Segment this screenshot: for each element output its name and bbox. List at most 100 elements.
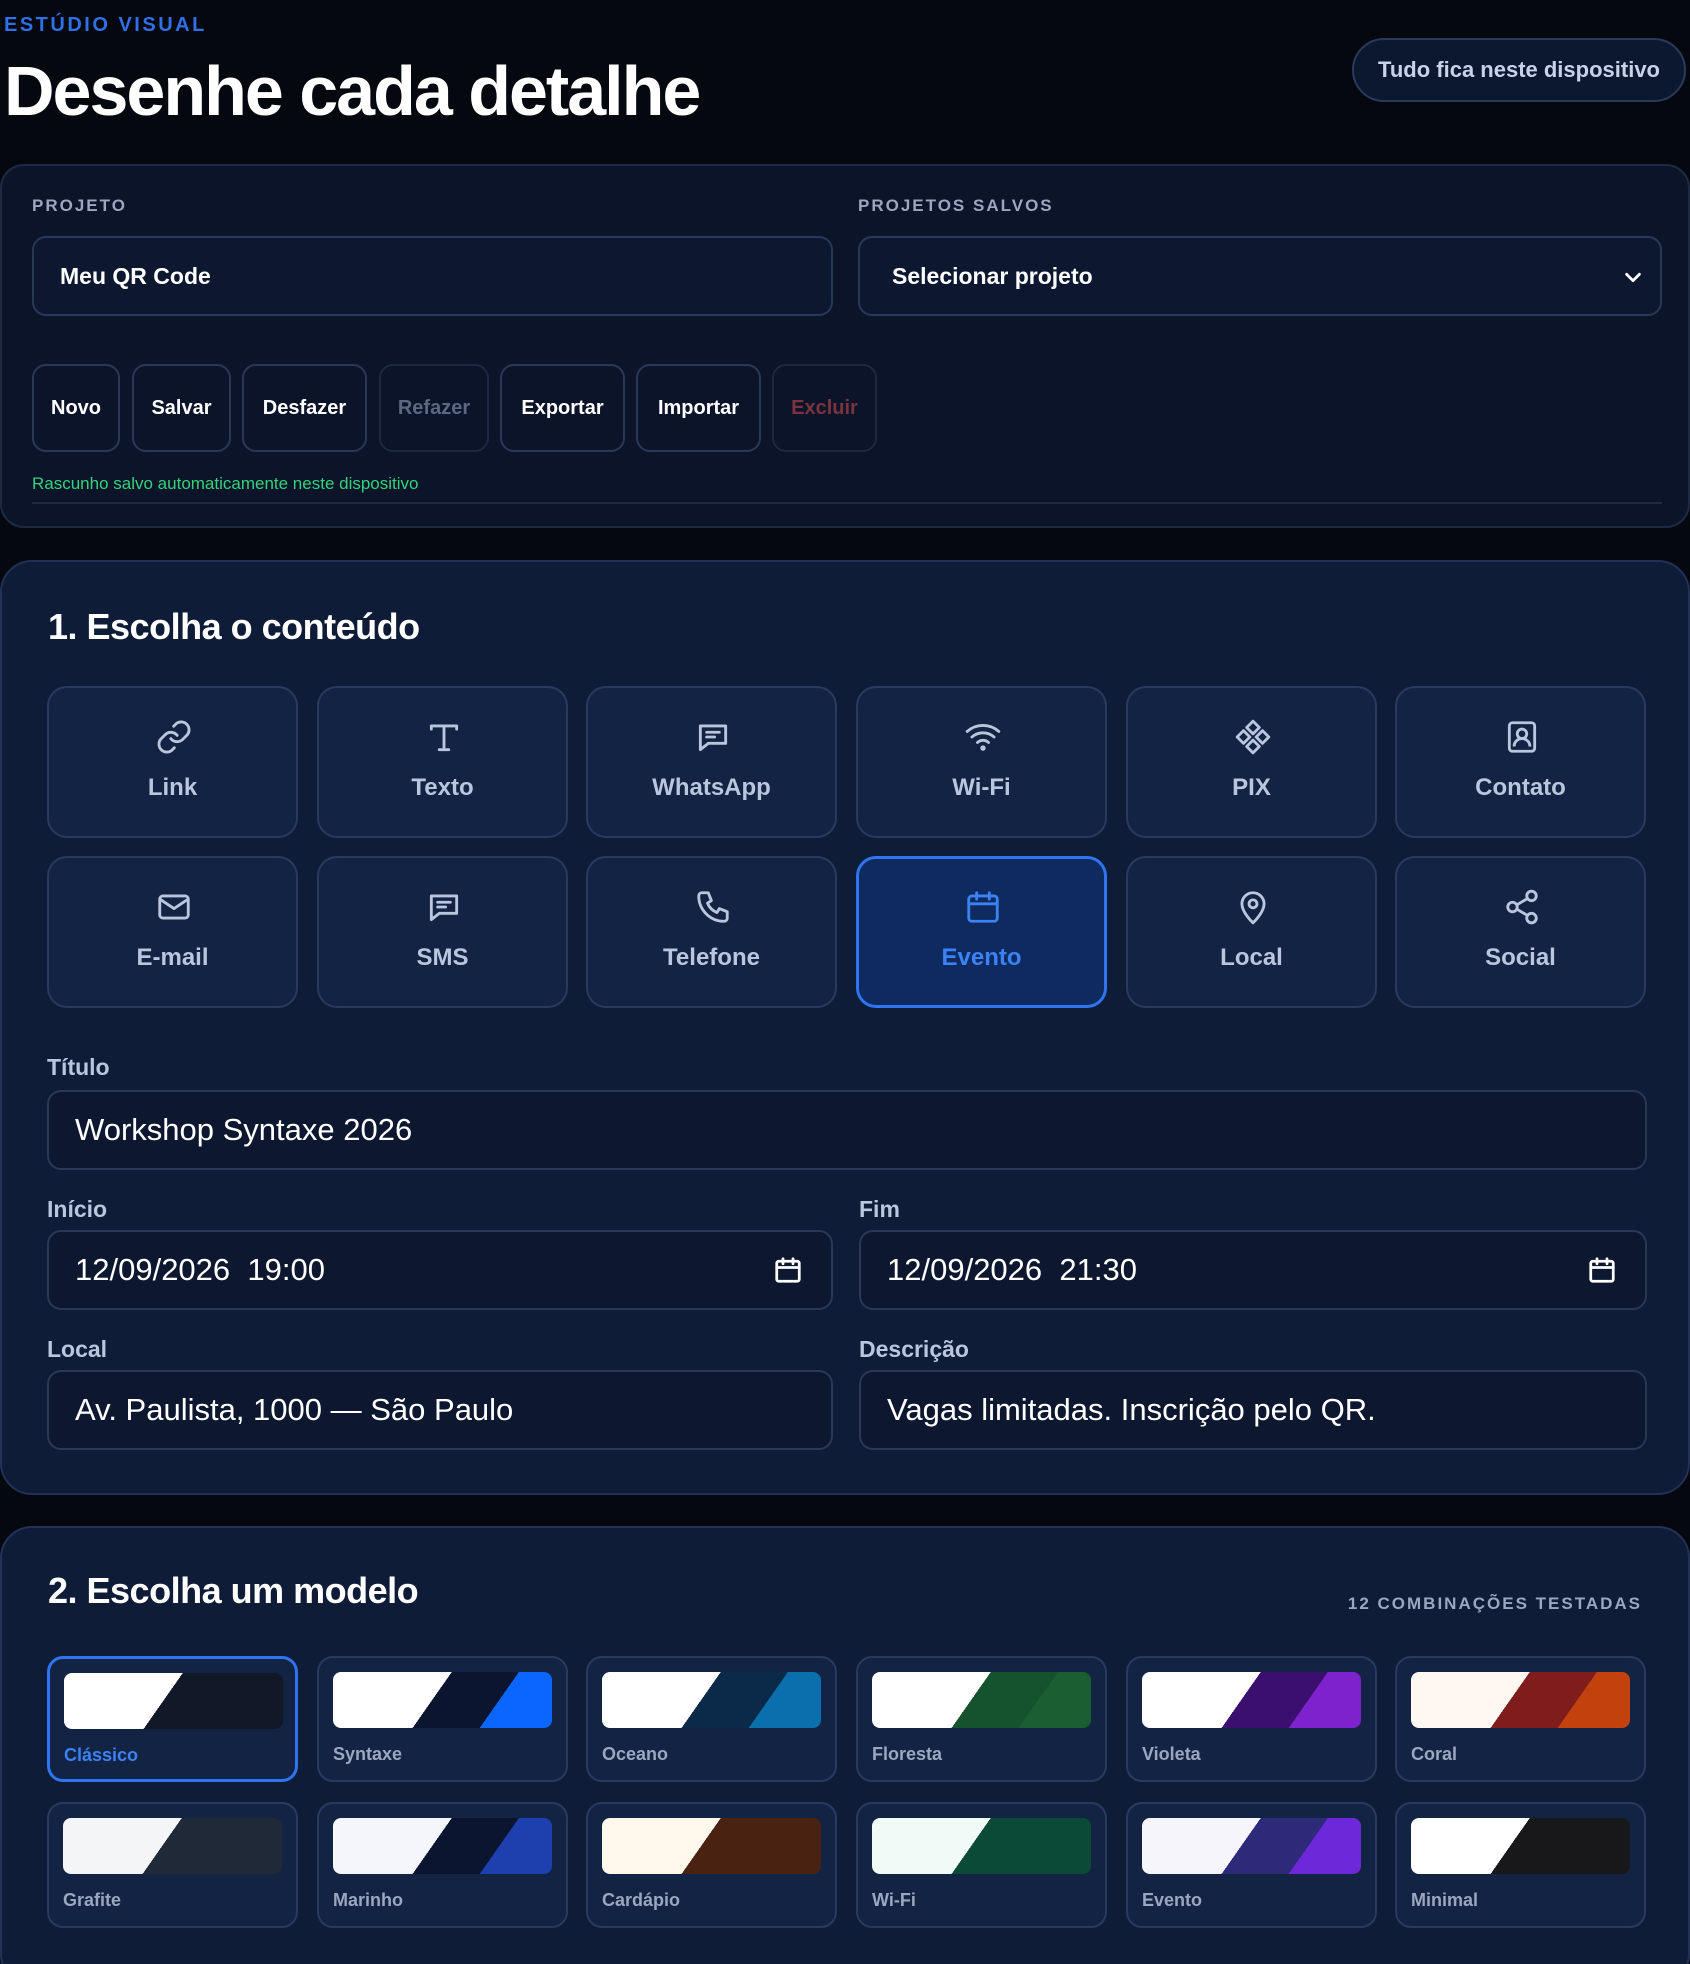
model-color-swatch	[1411, 1672, 1630, 1728]
type-tile-label: E-mail	[136, 944, 209, 971]
models-section: 2. Escolha um modelo 12 COMBINAÇÕES TEST…	[0, 1526, 1690, 1964]
event-end-label: Fim	[859, 1196, 900, 1222]
sms-icon	[429, 894, 459, 922]
model-label: Evento	[1142, 1890, 1203, 1910]
event-end-input[interactable]: 12/09/2026 21:30	[859, 1230, 1647, 1310]
model-color-swatch	[602, 1672, 821, 1728]
calendar-icon	[967, 891, 999, 923]
type-tile-label: PIX	[1232, 774, 1271, 801]
model-card[interactable]: Cardápio	[586, 1802, 837, 1928]
contact-icon	[1507, 721, 1537, 753]
mail-icon	[158, 894, 190, 920]
type-tile-social[interactable]: Social	[1395, 856, 1646, 1008]
type-tile-location[interactable]: Local	[1126, 856, 1377, 1008]
model-label: Minimal	[1411, 1890, 1479, 1910]
model-card[interactable]: Syntaxe	[317, 1656, 568, 1782]
model-card[interactable]: Oceano	[586, 1656, 837, 1782]
model-color-swatch	[1411, 1818, 1630, 1874]
event-start-label: Início	[47, 1196, 108, 1222]
event-title-input[interactable]: Workshop Syntaxe 2026	[47, 1090, 1647, 1170]
type-tile-label: Wi-Fi	[952, 774, 1011, 801]
model-color-swatch	[333, 1672, 552, 1728]
model-label: Marinho	[333, 1890, 403, 1910]
project-name-input[interactable]: Meu QR Code	[32, 236, 833, 316]
model-label: Floresta	[872, 1744, 943, 1764]
project-card: PROJETO Meu QR Code PROJETOS SALVOS Sele…	[0, 164, 1690, 528]
type-tile-contact[interactable]: Contato	[1395, 686, 1646, 838]
model-card[interactable]: Clássico	[47, 1656, 298, 1782]
type-tile-label: Telefone	[663, 944, 760, 971]
model-card[interactable]: Minimal	[1395, 1802, 1646, 1928]
model-color-swatch	[63, 1818, 282, 1874]
redo-button[interactable]: Refazer	[379, 364, 489, 452]
undo-button[interactable]: Desfazer	[242, 364, 367, 452]
model-card[interactable]: Evento	[1126, 1802, 1377, 1928]
calendar-picker-icon[interactable]	[1587, 1254, 1617, 1286]
model-card[interactable]: Coral	[1395, 1656, 1646, 1782]
delete-button[interactable]: Excluir	[772, 364, 877, 452]
model-color-swatch	[602, 1818, 821, 1874]
model-card[interactable]: Wi-Fi	[856, 1802, 1107, 1928]
event-description-label: Descrição	[859, 1336, 969, 1362]
content-section-title: 1. Escolha o conteúdo	[48, 606, 420, 647]
content-section: 1. Escolha o conteúdo Link Texto WhatsAp…	[0, 560, 1690, 1495]
project-label: PROJETO	[32, 196, 127, 215]
model-card[interactable]: Grafite	[47, 1802, 298, 1928]
device-storage-badge: Tudo fica neste dispositivo	[1352, 38, 1686, 102]
save-button[interactable]: Salvar	[132, 364, 231, 452]
type-tile-email[interactable]: E-mail	[47, 856, 298, 1008]
type-tile-link[interactable]: Link	[47, 686, 298, 838]
type-tile-label: WhatsApp	[652, 774, 771, 801]
model-label: Grafite	[63, 1890, 122, 1910]
models-count-label: 12 COMBINAÇÕES TESTADAS	[1347, 1594, 1642, 1613]
event-end-value: 12/09/2026 21:30	[887, 1252, 1137, 1287]
model-color-swatch	[64, 1673, 283, 1729]
model-label: Cardápio	[602, 1890, 681, 1910]
model-label: Wi-Fi	[872, 1890, 916, 1910]
type-tile-text[interactable]: Texto	[317, 686, 568, 838]
new-button[interactable]: Novo	[32, 364, 120, 452]
model-card[interactable]: Floresta	[856, 1656, 1107, 1782]
models-section-title: 2. Escolha um modelo	[48, 1570, 419, 1611]
import-button[interactable]: Importar	[636, 364, 761, 452]
wifi-icon	[965, 724, 1001, 751]
type-tile-sms[interactable]: SMS	[317, 856, 568, 1008]
saved-projects-label: PROJETOS SALVOS	[858, 196, 1054, 215]
event-start-input[interactable]: 12/09/2026 19:00	[47, 1230, 833, 1310]
type-tile-label: Local	[1220, 944, 1283, 971]
type-tile-label: Evento	[941, 944, 1022, 971]
event-location-label: Local	[47, 1336, 108, 1362]
export-button[interactable]: Exportar	[500, 364, 625, 452]
type-tile-pix[interactable]: PIX	[1126, 686, 1377, 838]
divider	[32, 502, 1662, 504]
type-tile-label: Link	[147, 774, 198, 801]
model-label: Syntaxe	[333, 1744, 403, 1764]
model-color-swatch	[333, 1818, 552, 1874]
type-tile-whatsapp[interactable]: WhatsApp	[586, 686, 837, 838]
type-tile-phone[interactable]: Telefone	[586, 856, 837, 1008]
chat-icon	[698, 724, 728, 752]
eyebrow-label: ESTÚDIO VISUAL	[4, 14, 207, 36]
model-label: Oceano	[602, 1744, 669, 1764]
event-description-input[interactable]: Vagas limitadas. Inscrição pelo QR.	[859, 1370, 1647, 1450]
model-card[interactable]: Marinho	[317, 1802, 568, 1928]
type-tile-wifi[interactable]: Wi-Fi	[856, 686, 1107, 838]
model-label: Violeta	[1142, 1744, 1201, 1764]
page-title: Desenhe cada detalhe	[4, 52, 701, 130]
event-title-label: Título	[47, 1054, 110, 1080]
share-icon	[1506, 889, 1538, 925]
event-location-input[interactable]: Av. Paulista, 1000 — São Paulo	[47, 1370, 833, 1450]
type-tile-label: Texto	[411, 774, 474, 801]
type-tile-label: Social	[1485, 944, 1556, 971]
saved-projects-select[interactable]: Selecionar projeto	[858, 236, 1662, 316]
phone-icon	[697, 891, 729, 923]
calendar-picker-icon[interactable]	[773, 1254, 803, 1286]
chevron-down-icon	[1625, 272, 1641, 283]
model-color-swatch	[1142, 1672, 1361, 1728]
type-tile-label: SMS	[416, 944, 469, 971]
model-card[interactable]: Violeta	[1126, 1656, 1377, 1782]
event-start-value: 12/09/2026 19:00	[75, 1252, 325, 1287]
type-tile-event[interactable]: Evento	[856, 856, 1107, 1008]
model-color-swatch	[872, 1672, 1091, 1728]
link-icon	[157, 720, 191, 754]
